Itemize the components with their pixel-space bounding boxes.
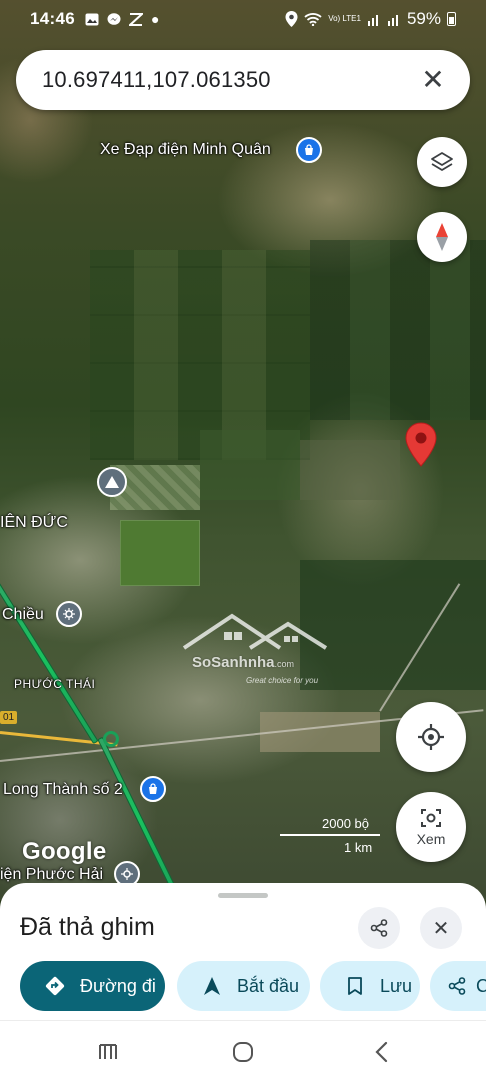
share-chip-icon — [446, 975, 468, 997]
status-time: 14:46 — [30, 9, 75, 28]
network-type-label: Vo) LTE1 — [328, 14, 361, 23]
battery-icon — [447, 12, 456, 26]
street-view-icon — [421, 808, 441, 827]
green-field — [120, 520, 200, 586]
interchange — [103, 731, 119, 747]
recents-button[interactable] — [95, 1039, 121, 1065]
system-nav-bar — [0, 1020, 486, 1080]
scale-bottom-label: 1 km — [344, 840, 373, 855]
road-badge: 01 — [0, 711, 18, 724]
layers-icon — [431, 152, 453, 171]
label-phuoc-thai[interactable]: PHƯỚC THÁI — [14, 677, 95, 691]
close-icon[interactable]: ✕ — [418, 66, 448, 94]
messenger-icon — [107, 12, 121, 25]
back-icon — [375, 1041, 388, 1063]
watermark-domain: .com — [274, 659, 295, 669]
directions-icon — [44, 975, 66, 997]
more-dot-icon: ● — [150, 11, 160, 27]
battery-percent: 59% — [406, 9, 441, 28]
wifi-icon — [304, 13, 322, 26]
status-right: Vo) LTE1 59% — [285, 9, 456, 29]
navigation-arrow-icon — [201, 975, 223, 997]
recents-icon — [99, 1044, 117, 1059]
sheet-title: Đã thả ghim — [20, 913, 155, 941]
farm-fields-east — [310, 240, 486, 420]
signal-icon — [367, 15, 378, 26]
watermark: SoSanhnha.com Great choice for you — [180, 608, 340, 688]
scale-line — [280, 834, 380, 836]
directions-chip[interactable]: Đường đi — [20, 961, 165, 1011]
compass-button[interactable] — [417, 212, 467, 262]
watermark-tagline: Great choice for you — [246, 676, 319, 685]
status-bar: 14:46 ● Vo) LTE1 59% — [0, 0, 486, 38]
my-location-button[interactable] — [396, 702, 466, 772]
watermark-brand: SoSanhnha — [192, 654, 275, 671]
farm-fields — [90, 250, 310, 460]
crosshair-icon — [418, 724, 444, 750]
back-button[interactable] — [368, 1039, 394, 1065]
shopping-bag-icon[interactable] — [296, 137, 322, 163]
directions-label: Đường đi — [80, 975, 156, 996]
close-sheet-button[interactable]: ✕ — [420, 907, 462, 949]
gallery-icon — [85, 13, 99, 25]
compass-icon — [436, 223, 448, 251]
view-label: Xem — [416, 830, 446, 847]
house-logo-icon — [182, 613, 328, 650]
location-icon — [285, 11, 298, 27]
start-label: Bắt đầu — [237, 975, 300, 996]
search-query[interactable]: 10.697411,107.061350 — [42, 67, 418, 93]
share-button[interactable] — [358, 907, 400, 949]
bookmark-icon — [344, 975, 366, 997]
label-chieu[interactable]: Chiều — [2, 606, 44, 624]
dropped-pin-icon[interactable] — [404, 422, 438, 468]
save-chip[interactable]: Lưu — [320, 961, 420, 1011]
label-tien-duc[interactable]: IÊN ĐỨC — [0, 514, 68, 532]
share-icon — [370, 919, 388, 937]
tent-icon[interactable] — [97, 467, 127, 497]
share-chip[interactable]: C — [430, 961, 486, 1011]
view-button[interactable]: Xem — [396, 792, 466, 862]
layers-button[interactable] — [417, 137, 467, 187]
home-button[interactable] — [230, 1039, 256, 1065]
home-icon — [233, 1042, 253, 1062]
label-long-thanh[interactable]: Long Thành số 2 — [3, 781, 123, 799]
scale-top-label: 2000 bộ — [322, 816, 369, 831]
label-phuoc-hai[interactable]: iện Phước Hải — [0, 866, 103, 884]
drag-handle[interactable] — [218, 893, 268, 898]
pagoda-icon[interactable] — [56, 601, 82, 627]
label-bike-shop[interactable]: Xe Đạp điện Minh Quân — [100, 141, 271, 159]
village-strip — [300, 440, 400, 500]
save-label: Lưu — [380, 975, 413, 996]
google-logo: Google — [22, 838, 107, 865]
signal-icon-2 — [387, 15, 398, 26]
app-notification-icon — [128, 12, 143, 26]
search-bar[interactable]: 10.697411,107.061350 ✕ — [16, 50, 470, 110]
start-chip[interactable]: Bắt đầu — [177, 961, 310, 1011]
action-chips: Đường đi Bắt đầu Lưu C — [20, 961, 486, 1011]
share-chip-label: C — [476, 975, 486, 996]
shopping-bag-icon-2[interactable] — [140, 776, 166, 802]
field-center — [200, 430, 300, 500]
bottom-sheet: Đã thả ghim ✕ Đường đi Bắt đầu Lưu C — [0, 883, 486, 1020]
close-sheet-icon: ✕ — [432, 917, 450, 940]
